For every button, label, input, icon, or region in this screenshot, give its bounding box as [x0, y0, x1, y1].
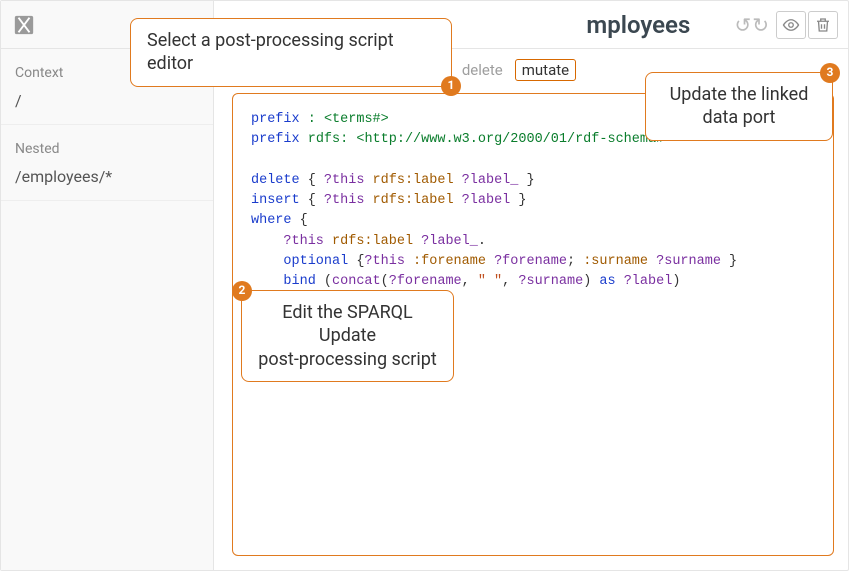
eye-icon — [782, 16, 800, 34]
tab-mutate[interactable]: mutate — [515, 59, 576, 81]
callout-1: Select a post-processing script editor 1 — [130, 18, 452, 87]
sidebar-section-nested: Nested — [1, 125, 213, 163]
tab-delete[interactable]: delete — [462, 61, 503, 79]
preview-button[interactable] — [776, 11, 806, 39]
sidebar-nested-path[interactable]: /employees/* — [1, 163, 213, 201]
callout-1-badge: 1 — [441, 76, 461, 96]
toolbar-actions: ↺↻ — [734, 11, 838, 39]
trash-icon — [814, 16, 832, 34]
sidebar-context-path[interactable]: / — [1, 87, 213, 125]
callout-3-badge: 3 — [820, 63, 840, 83]
undo-redo-icon[interactable]: ↺↻ — [734, 13, 770, 37]
callout-2-badge: 2 — [232, 281, 252, 301]
callout-3: Update the linked data port 3 — [645, 72, 833, 141]
trash-button[interactable] — [808, 11, 838, 39]
app-logo-icon — [13, 14, 35, 36]
callout-2: Edit the SPARQL Update post-processing s… — [241, 290, 454, 382]
